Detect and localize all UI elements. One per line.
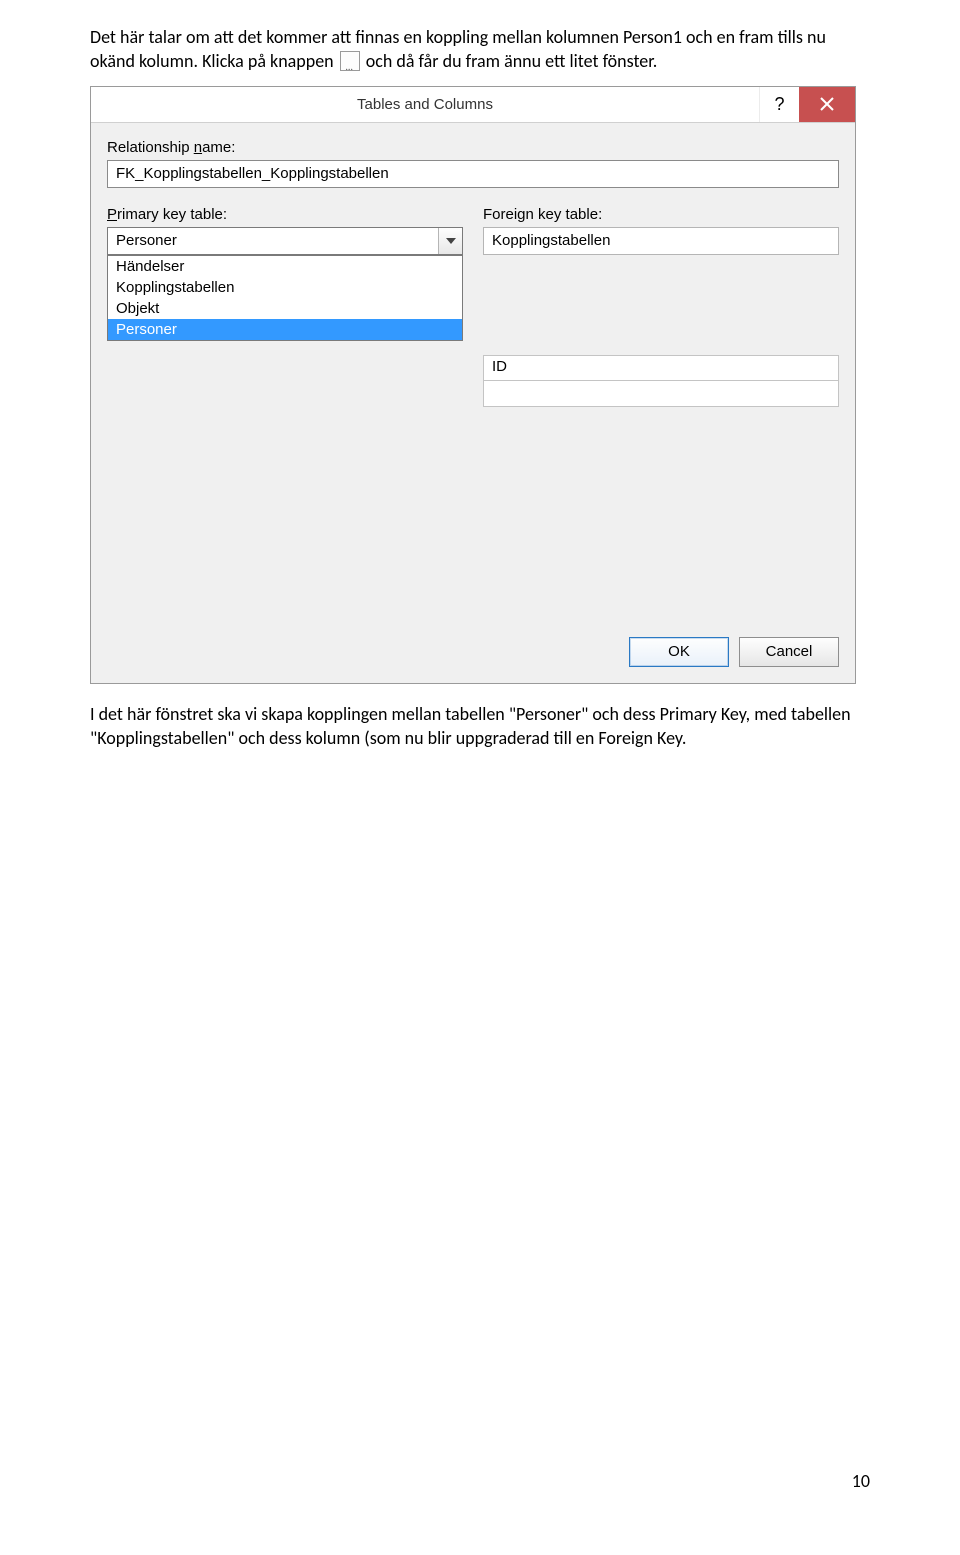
dropdown-option[interactable]: Objekt bbox=[108, 298, 462, 319]
tables-and-columns-dialog: Tables and Columns ? Relationship name: bbox=[90, 86, 856, 684]
chevron-down-icon bbox=[446, 238, 456, 244]
primary-key-table-combobox[interactable]: Personer Händelser Kopplingstabellen Obj… bbox=[107, 227, 463, 255]
table-row: ID bbox=[107, 355, 839, 381]
page-number: 10 bbox=[852, 1470, 870, 1492]
close-button[interactable] bbox=[799, 87, 855, 122]
help-icon: ? bbox=[774, 94, 784, 115]
foreign-key-column-cell[interactable] bbox=[483, 381, 839, 407]
relationship-name-label: Relationship name: bbox=[107, 139, 839, 156]
dialog-titlebar: Tables and Columns ? bbox=[91, 87, 855, 123]
label-accel: P bbox=[107, 206, 117, 223]
primary-key-table-dropdown: Händelser Kopplingstabellen Objekt Perso… bbox=[107, 255, 463, 341]
combobox-value: Personer bbox=[108, 228, 438, 254]
intro-text-2: och då får du fram ännu ett litet fönste… bbox=[366, 50, 658, 72]
dropdown-option[interactable]: Händelser bbox=[108, 256, 462, 277]
label-text: Relationship bbox=[107, 139, 194, 156]
label-text: rimary key table: bbox=[117, 206, 227, 223]
primary-key-table-label: Primary key table: bbox=[107, 206, 463, 223]
intro-paragraph: Det här talar om att det kommer att finn… bbox=[90, 25, 870, 74]
label-accel: n bbox=[194, 139, 202, 156]
help-button[interactable]: ? bbox=[759, 87, 799, 122]
dialog-title: Tables and Columns bbox=[91, 87, 759, 122]
ok-button[interactable]: OK bbox=[629, 637, 729, 667]
dropdown-option[interactable]: Kopplingstabellen bbox=[108, 277, 462, 298]
dialog-button-bar: OK Cancel bbox=[107, 637, 839, 673]
foreign-key-table-value: Kopplingstabellen bbox=[483, 227, 839, 255]
relationship-name-input[interactable] bbox=[107, 160, 839, 188]
foreign-key-column-cell[interactable]: ID bbox=[483, 355, 839, 381]
foreign-key-table-label: Foreign key table: bbox=[483, 206, 839, 223]
ellipsis-button-icon bbox=[340, 51, 360, 71]
dropdown-option-selected[interactable]: Personer bbox=[108, 319, 462, 340]
cancel-button[interactable]: Cancel bbox=[739, 637, 839, 667]
combobox-toggle[interactable] bbox=[438, 228, 462, 254]
close-icon bbox=[820, 97, 834, 111]
table-row bbox=[107, 381, 839, 407]
column-mapping-grid: ID bbox=[107, 355, 839, 407]
outro-paragraph: I det här fönstret ska vi skapa koppling… bbox=[90, 702, 870, 751]
label-text: ame: bbox=[202, 139, 235, 156]
